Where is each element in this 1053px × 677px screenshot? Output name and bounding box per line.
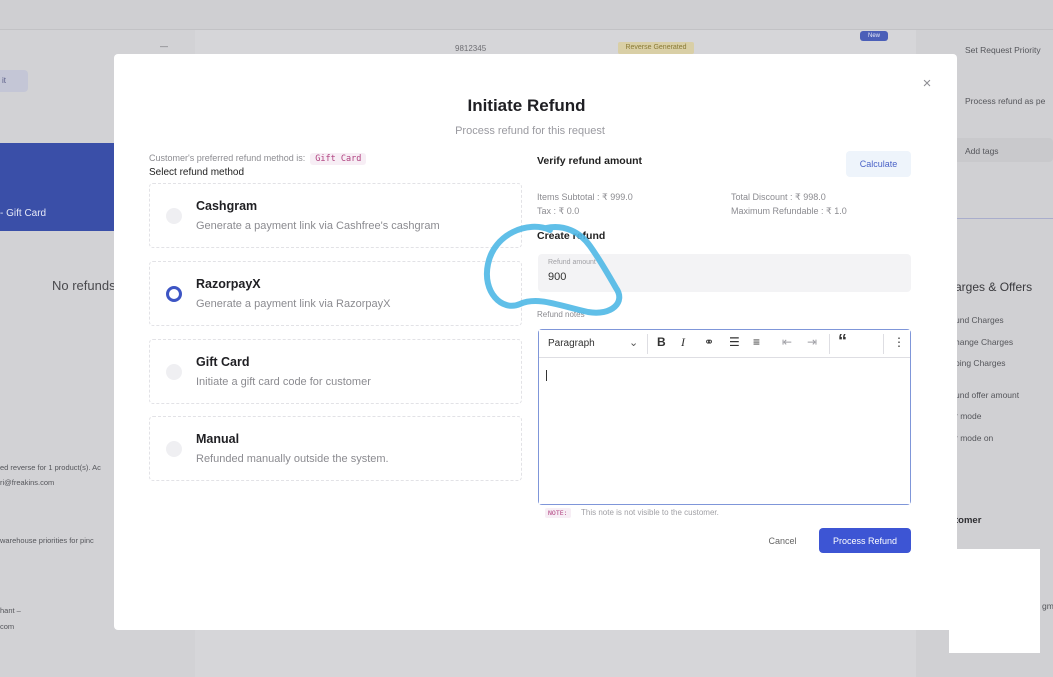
select-method-label: Select refund method	[149, 167, 245, 178]
method-title: Gift Card	[196, 355, 250, 369]
link-icon[interactable]: ⚭	[704, 335, 714, 349]
method-title: Cashgram	[196, 199, 258, 213]
note-chip: NOTE:	[545, 508, 571, 518]
no-refunds-text: No refunds	[52, 278, 116, 293]
redaction-block	[949, 549, 1040, 653]
preferred-method-text: Customer's preferred refund method is: Gi…	[149, 153, 367, 165]
items-subtotal: Items Subtotal : ₹ 999.0	[537, 192, 633, 202]
indent-icon[interactable]: ⇥	[807, 335, 817, 349]
refund-notes-editor[interactable]: Paragraph ⌄ B I ⚭ ☰ ≡ ⇤ ⇥ “ ⋮	[538, 329, 911, 505]
blockquote-icon[interactable]: “	[838, 331, 847, 352]
method-option-razorpayx[interactable]: RazorpayX Generate a payment link via Ra…	[149, 261, 522, 326]
charges-item: ping Charges	[955, 358, 1006, 368]
activity-note: ed reverse for 1 product(s). Ac	[0, 463, 101, 472]
paragraph-style-select[interactable]: Paragraph	[548, 338, 595, 349]
modal-title: Initiate Refund	[467, 96, 586, 115]
radio-button[interactable]	[166, 364, 182, 380]
refund-notes-label: Refund notes	[537, 310, 585, 319]
process-refund-button[interactable]: Process Refund	[819, 528, 911, 553]
activity-note: ri@freakins.com	[0, 478, 55, 487]
customer-heading: tomer	[955, 515, 982, 526]
bulleted-list-icon[interactable]: ☰	[729, 335, 740, 349]
row-dash: —	[160, 42, 168, 51]
method-description: Generate a payment link via RazorpayX	[196, 298, 391, 310]
text-caret	[546, 370, 547, 381]
preferred-method-chip: Gift Card	[310, 153, 367, 165]
mode-on-item: r mode on	[955, 433, 994, 443]
italic-icon[interactable]: I	[681, 335, 685, 350]
total-discount: Total Discount : ₹ 998.0	[731, 192, 826, 202]
divider	[952, 218, 1053, 219]
toolbar-divider	[647, 334, 648, 354]
note-visibility-text: This note is not visible to the customer…	[581, 508, 719, 517]
bold-icon[interactable]: B	[657, 335, 666, 349]
tax-amount: Tax : ₹ 0.0	[537, 206, 580, 216]
method-description: Generate a payment link via Cashfree's c…	[196, 220, 440, 232]
activity-note: warehouse priorities for pinc	[0, 536, 94, 545]
mode-item: r mode	[955, 411, 982, 421]
charges-item: hange Charges	[955, 337, 1014, 347]
modal-subtitle: Process refund for this request	[455, 125, 605, 137]
notes-text-area[interactable]	[539, 358, 910, 504]
method-option-cashgram[interactable]: Cashgram Generate a payment link via Cas…	[149, 183, 522, 248]
method-title: RazorpayX	[196, 277, 261, 291]
refund-amount-field[interactable]: Refund amount	[538, 254, 911, 292]
refund-amount-input[interactable]	[548, 271, 888, 283]
left-chip: it	[0, 70, 28, 92]
radio-button[interactable]	[166, 441, 182, 457]
method-option-gift-card[interactable]: Gift Card Initiate a gift card code for …	[149, 339, 522, 404]
radio-button-selected[interactable]	[166, 286, 182, 302]
new-badge: New	[860, 31, 888, 41]
method-option-manual[interactable]: Manual Refunded manually outside the sys…	[149, 416, 522, 481]
refund-summary-label: - Gift Card	[0, 208, 47, 219]
toolbar-divider	[883, 334, 884, 354]
method-description: Initiate a gift card code for customer	[196, 376, 371, 388]
cancel-button[interactable]: Cancel	[755, 528, 810, 553]
outdent-icon[interactable]: ⇤	[782, 335, 792, 349]
chevron-down-icon[interactable]: ⌄	[629, 336, 638, 349]
verify-amount-label: Verify refund amount	[537, 155, 643, 167]
editor-toolbar: Paragraph ⌄ B I ⚭ ☰ ≡ ⇤ ⇥ “ ⋮	[539, 330, 910, 358]
numbered-list-icon[interactable]: ≡	[753, 335, 760, 349]
method-description: Refunded manually outside the system.	[196, 453, 389, 465]
toolbar-divider	[829, 334, 830, 354]
activity-note: hant –	[0, 606, 21, 615]
charges-offers-heading: arges & Offers	[955, 280, 1033, 294]
app-top-bar	[0, 0, 1053, 30]
refund-amount-label: Refund amount	[548, 259, 596, 266]
maximum-refundable: Maximum Refundable : ₹ 1.0	[731, 206, 847, 216]
radio-button[interactable]	[166, 208, 182, 224]
close-icon[interactable]: ×	[919, 76, 935, 92]
offer-item: und offer amount	[955, 390, 1020, 400]
activity-note: com	[0, 622, 15, 631]
customer-email-fragment: gm	[1042, 601, 1053, 611]
row-phone: 9812345	[455, 44, 487, 53]
method-title: Manual	[196, 432, 240, 446]
status-badge: Reverse Generated	[618, 42, 694, 54]
more-options-icon[interactable]: ⋮	[893, 335, 905, 349]
add-tags-placeholder: Add tags	[965, 146, 999, 156]
charges-item: und Charges	[955, 315, 1004, 325]
calculate-button[interactable]: Calculate	[846, 151, 911, 177]
set-priority-item: Set Request Priority	[965, 45, 1041, 55]
create-refund-label: Create refund	[537, 230, 606, 242]
